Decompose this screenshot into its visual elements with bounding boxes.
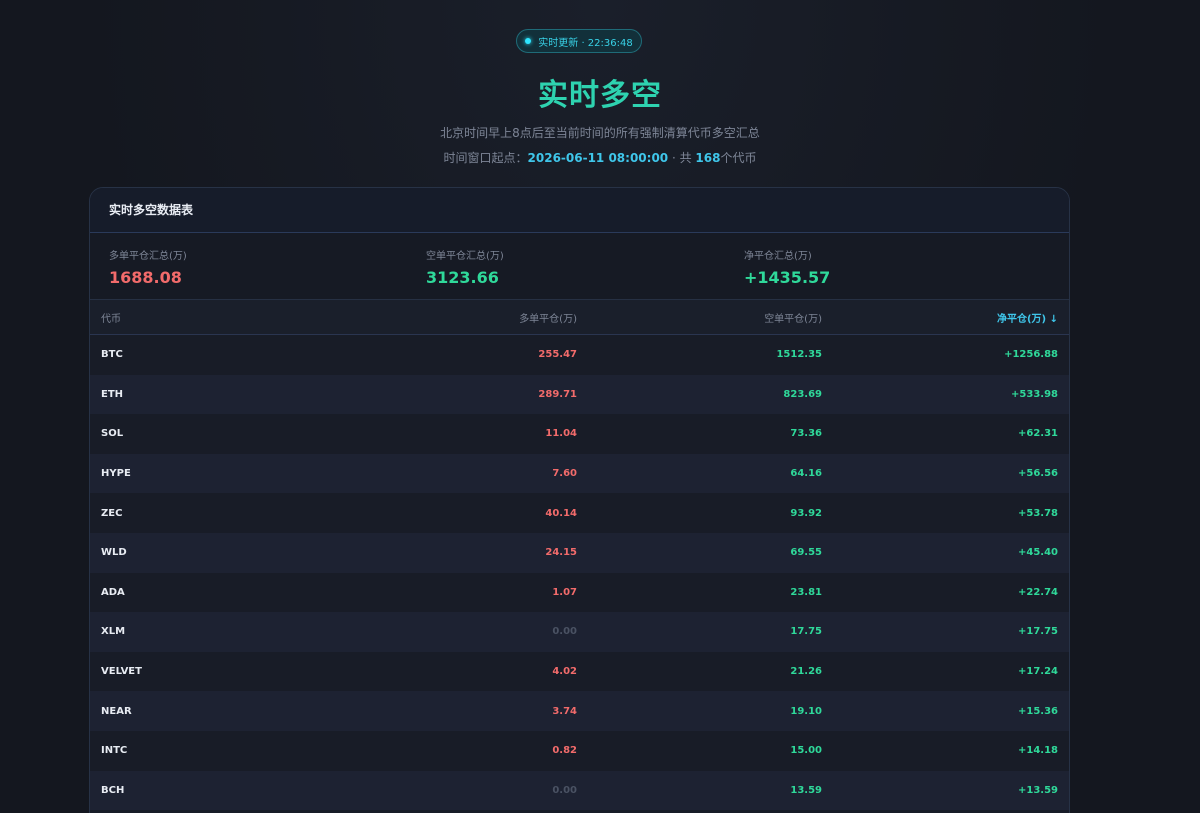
- net-liquidation-cell: +13.59: [1017, 784, 1058, 796]
- symbol-cell: ETH: [101, 388, 124, 400]
- short-liquidation-cell: 21.26: [790, 666, 822, 678]
- column-header-short[interactable]: 空单平仓(万): [764, 300, 822, 334]
- summary-label: 净平仓汇总(万): [744, 251, 812, 262]
- live-update-badge: 实时更新 · 22:36:48: [516, 29, 642, 53]
- long-liquidation-cell: 289.71: [538, 388, 577, 400]
- net-liquidation-cell: +17.75: [1017, 626, 1058, 638]
- table-body: BTC 255.47 1512.35 +1256.88 ETH 289.71 823.69 +…: [90, 335, 1069, 811]
- column-header-symbol[interactable]: 代币: [101, 300, 121, 334]
- table-row[interactable]: ZEC 40.14 93.92 +53.78: [90, 493, 1069, 533]
- net-liquidation-cell: +56.56: [1017, 468, 1058, 480]
- net-liquidation-cell: +14.18: [1017, 745, 1058, 757]
- net-liquidation-cell: +53.78: [1017, 507, 1058, 519]
- long-liquidation-cell: 11.04: [545, 428, 577, 440]
- summary-value: +1435.57: [744, 268, 831, 287]
- time-window-middle: · 共: [668, 151, 696, 165]
- long-liquidation-cell: 0.00: [552, 784, 577, 796]
- long-liquidation-cell: 40.14: [545, 507, 577, 519]
- short-liquidation-cell: 19.10: [790, 705, 822, 717]
- table-row[interactable]: ETH 289.71 823.69 +533.98: [90, 374, 1069, 415]
- live-update-text: 实时更新 · 22:36:48: [538, 37, 633, 49]
- symbol-cell: BTC: [101, 349, 123, 361]
- page: 实时更新 · 22:36:48 实时多空 北京时间早上8点后至当前时间的所有强制…: [0, 0, 1200, 813]
- symbol-cell: INTC: [101, 745, 128, 757]
- table-row[interactable]: VELVET 4.02 21.26 +17.24: [90, 651, 1069, 692]
- table-row[interactable]: BCH 0.00 13.59 +13.59: [90, 770, 1069, 811]
- time-window-prefix: 时间窗口起点：: [443, 151, 528, 165]
- table-row[interactable]: BTC 255.47 1512.35 +1256.88: [90, 335, 1069, 375]
- short-liquidation-cell: 823.69: [783, 388, 822, 400]
- table-row[interactable]: INTC 0.82 15.00 +14.18: [90, 730, 1069, 771]
- long-liquidation-cell: 0.00: [552, 626, 577, 638]
- net-liquidation-cell: +62.31: [1017, 428, 1058, 440]
- table-row[interactable]: SOL 11.04 73.36 +62.31: [90, 414, 1069, 454]
- token-count: 168: [695, 151, 721, 165]
- time-window-suffix: 个代币: [720, 151, 757, 165]
- short-liquidation-cell: 13.59: [790, 784, 822, 796]
- long-liquidation-cell: 1.07: [552, 586, 577, 598]
- table-row[interactable]: NEAR 3.74 19.10 +15.36: [90, 691, 1069, 731]
- long-liquidation-cell: 24.15: [545, 547, 577, 559]
- symbol-cell: XLM: [101, 626, 126, 638]
- long-liquidation-cell: 4.02: [552, 666, 577, 678]
- time-window-start: 2026-06-11 08:00:00: [527, 151, 669, 165]
- symbol-cell: ZEC: [101, 507, 123, 519]
- net-liquidation-cell: +15.36: [1017, 705, 1058, 717]
- table-row[interactable]: XLM 0.00 17.75 +17.75: [90, 612, 1069, 652]
- long-liquidation-cell: 255.47: [538, 349, 577, 361]
- table-row[interactable]: WLD 24.15 69.55 +45.40: [90, 532, 1069, 573]
- short-liquidation-cell: 23.81: [790, 586, 822, 598]
- net-liquidation-cell: +22.74: [1017, 586, 1058, 598]
- net-liquidation-cell: +45.40: [1017, 547, 1058, 559]
- net-liquidation-cell: +533.98: [1011, 388, 1058, 400]
- symbol-cell: WLD: [101, 547, 127, 559]
- short-liquidation-cell: 15.00: [790, 745, 822, 757]
- long-liquidation-cell: 3.74: [552, 705, 577, 717]
- page-subtitle: 北京时间早上8点后至当前时间的所有强制清算代币多空汇总: [440, 126, 760, 140]
- long-liquidation-cell: 0.82: [552, 745, 577, 757]
- table-row[interactable]: HYPE 7.60 64.16 +56.56: [90, 453, 1069, 494]
- table-header: 代币 多单平仓(万) 空单平仓(万) 净平仓(万) ↓: [90, 300, 1069, 335]
- short-liquidation-cell: 64.16: [790, 468, 822, 480]
- symbol-cell: VELVET: [101, 666, 142, 678]
- summary-long-total: 多单平仓汇总(万) 1688.08: [109, 247, 187, 287]
- summary-short-total: 空单平仓汇总(万) 3123.66: [426, 247, 504, 287]
- symbol-cell: NEAR: [101, 705, 132, 717]
- page-title: 实时多空: [538, 78, 662, 113]
- summary-label: 空单平仓汇总(万): [426, 251, 504, 262]
- live-dot-icon: [525, 38, 532, 44]
- net-liquidation-cell: +17.24: [1017, 666, 1058, 678]
- summary-net-total: 净平仓汇总(万) +1435.57: [744, 247, 830, 287]
- table-row[interactable]: ADA 1.07 23.81 +22.74: [90, 572, 1069, 613]
- short-liquidation-cell: 69.55: [790, 547, 822, 559]
- summary-bar: 多单平仓汇总(万) 1688.08 空单平仓汇总(万) 3123.66 净平仓汇…: [90, 233, 1069, 300]
- symbol-cell: ADA: [101, 586, 125, 598]
- summary-label: 多单平仓汇总(万): [109, 251, 187, 262]
- long-liquidation-cell: 7.60: [552, 468, 577, 480]
- column-header-long[interactable]: 多单平仓(万): [519, 300, 577, 334]
- card-title: 实时多空数据表: [90, 188, 1069, 233]
- summary-value: 1688.08: [109, 268, 182, 287]
- time-window-info: 时间窗口起点：2026-06-11 08:00:00 · 共 168个代币: [0, 149, 1200, 166]
- column-header-net-sorted[interactable]: 净平仓(万) ↓: [997, 300, 1058, 334]
- symbol-cell: BCH: [101, 784, 125, 796]
- symbol-cell: SOL: [101, 428, 124, 440]
- net-liquidation-cell: +1256.88: [1004, 349, 1058, 361]
- long-short-table-card: 实时多空数据表 多单平仓汇总(万) 1688.08 空单平仓汇总(万) 3123…: [89, 187, 1070, 813]
- summary-value: 3123.66: [426, 268, 499, 287]
- symbol-cell: HYPE: [101, 468, 131, 480]
- short-liquidation-cell: 17.75: [790, 626, 822, 638]
- short-liquidation-cell: 1512.35: [776, 349, 822, 361]
- short-liquidation-cell: 93.92: [790, 507, 822, 519]
- short-liquidation-cell: 73.36: [790, 428, 822, 440]
